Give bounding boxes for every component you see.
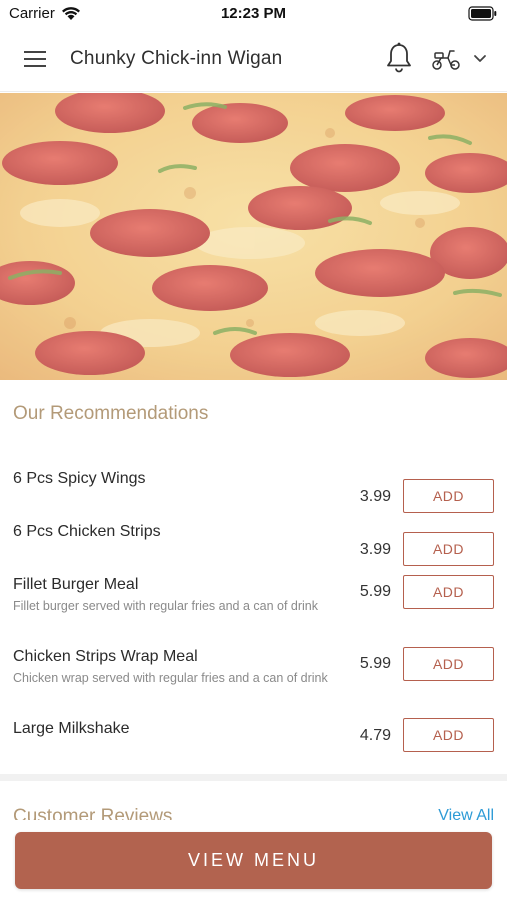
hero-pizza-image bbox=[0, 93, 507, 380]
app-header: Chunky Chick-inn Wigan bbox=[0, 28, 507, 92]
menu-item-name: Large Milkshake bbox=[13, 720, 130, 737]
menu-item-chicken-strips-wrap-meal: Chicken Strips Wrap Meal Chicken wrap se… bbox=[0, 647, 507, 708]
menu-item-description: Fillet burger served with regular fries … bbox=[13, 599, 319, 613]
menu-item-price: 4.79 bbox=[359, 727, 391, 744]
bell-icon bbox=[387, 42, 411, 73]
menu-item-price: 5.99 bbox=[359, 583, 391, 600]
hamburger-menu-icon bbox=[24, 51, 46, 67]
chevron-down-icon bbox=[474, 55, 486, 62]
menu-item-fillet-burger-meal: Fillet Burger Meal Fillet burger served … bbox=[0, 575, 507, 636]
menu-item-chicken-strips: 6 Pcs Chicken Strips 3.99 ADD bbox=[0, 523, 507, 566]
recommendations-heading: Our Recommendations bbox=[13, 403, 209, 424]
menu-item-description: Chicken wrap served with regular fries a… bbox=[13, 671, 328, 685]
clock: 12:23 PM bbox=[220, 5, 287, 22]
view-menu-button[interactable]: VIEW MENU bbox=[15, 832, 492, 889]
menu-button[interactable] bbox=[22, 48, 48, 70]
add-button-spicy-wings[interactable]: ADD bbox=[403, 479, 494, 513]
menu-item-name: 6 Pcs Chicken Strips bbox=[13, 523, 161, 540]
add-button-chicken-strips-wrap-meal[interactable]: ADD bbox=[403, 647, 494, 681]
delivery-mode-button[interactable] bbox=[431, 47, 461, 71]
menu-item-name: 6 Pcs Spicy Wings bbox=[13, 470, 146, 487]
menu-item-spicy-wings: 6 Pcs Spicy Wings 3.99 ADD bbox=[0, 470, 507, 513]
menu-item-price: 3.99 bbox=[359, 488, 391, 505]
status-bar: Carrier 12:23 PM bbox=[0, 0, 507, 28]
menu-item-name: Chicken Strips Wrap Meal bbox=[13, 648, 198, 665]
add-button-large-milkshake[interactable]: ADD bbox=[403, 718, 494, 752]
battery-icon bbox=[468, 6, 497, 21]
menu-item-name: Fillet Burger Meal bbox=[13, 576, 139, 593]
scooter-icon bbox=[432, 50, 460, 70]
add-button-chicken-strips[interactable]: ADD bbox=[403, 532, 494, 566]
notifications-button[interactable] bbox=[385, 42, 413, 74]
menu-item-price: 5.99 bbox=[359, 655, 391, 672]
restaurant-title: Chunky Chick-inn Wigan bbox=[70, 48, 283, 69]
section-divider bbox=[0, 774, 507, 781]
delivery-mode-dropdown[interactable] bbox=[472, 52, 488, 64]
menu-item-large-milkshake: Large Milkshake 4.79 ADD bbox=[0, 718, 507, 760]
menu-item-price: 3.99 bbox=[359, 541, 391, 558]
add-button-fillet-burger-meal[interactable]: ADD bbox=[403, 575, 494, 609]
